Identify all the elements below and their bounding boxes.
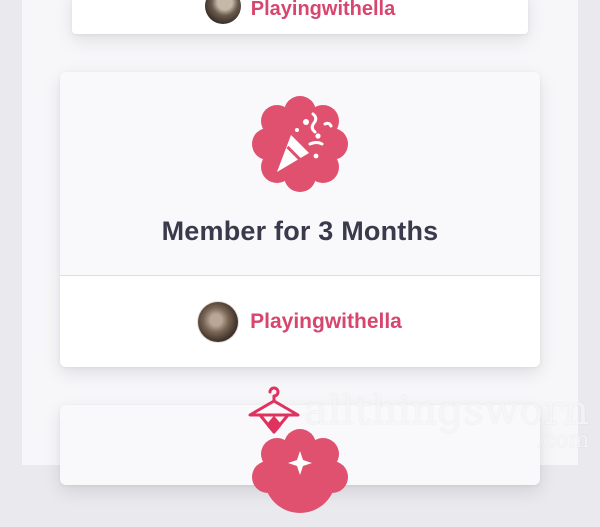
avatar[interactable]: [198, 301, 239, 342]
party-popper-icon: [252, 96, 348, 192]
watermark-domain: .com: [536, 428, 590, 453]
badge-card: Member for 3 Months Playingwithella: [60, 72, 540, 367]
badge-card-user-row[interactable]: Playingwithella: [60, 276, 540, 367]
avatar[interactable]: [204, 0, 241, 24]
previous-badge-card: Playingwithella: [72, 0, 528, 34]
previous-card-user-row[interactable]: Playingwithella: [72, 0, 528, 24]
hanger-logo-icon: [248, 386, 300, 434]
badge-title: Member for 3 Months: [161, 216, 439, 246]
previous-card-username[interactable]: Playingwithella: [251, 0, 395, 19]
watermark: allthingsworn .com: [246, 382, 596, 462]
badge-area: Member for 3 Months: [60, 72, 540, 275]
badge-card-username[interactable]: Playingwithella: [250, 310, 402, 334]
